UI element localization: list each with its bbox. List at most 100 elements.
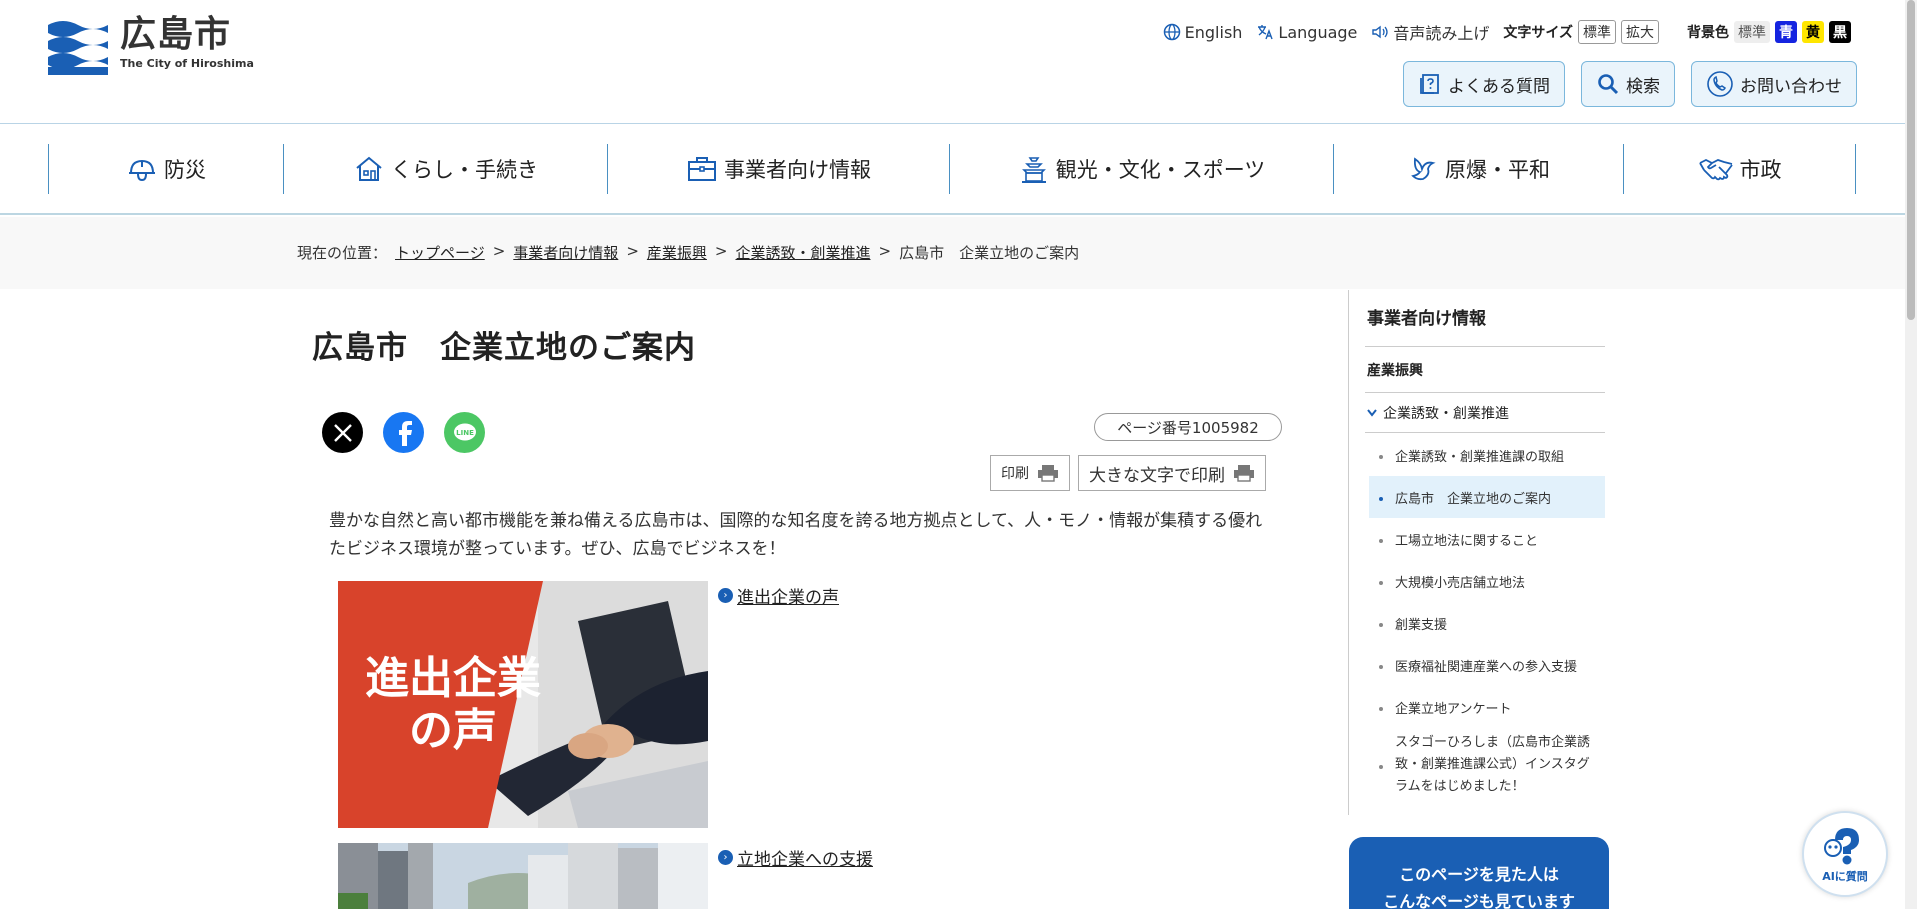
nav-label: 防災: [164, 158, 206, 182]
breadcrumb-link[interactable]: 産業振興: [647, 242, 707, 263]
nav-item-peace[interactable]: 原爆・平和: [1333, 144, 1623, 194]
phone-icon: [1707, 71, 1733, 97]
divider: [1365, 346, 1605, 347]
contact-button[interactable]: お問い合わせ: [1691, 61, 1857, 107]
bg-black-button[interactable]: 黒: [1829, 21, 1851, 43]
print-buttons: 印刷 大きな文字で印刷: [990, 455, 1266, 491]
breadcrumb-separator: >: [714, 242, 728, 260]
nav-item-tourism[interactable]: 観光・文化・スポーツ: [949, 144, 1333, 194]
castle-icon: [1021, 157, 1046, 183]
sidebar-item[interactable]: 工場立地法に関すること: [1369, 518, 1605, 560]
font-size-label: 文字サイズ: [1503, 25, 1573, 41]
faq-button[interactable]: よくある質問: [1403, 61, 1565, 107]
language-link[interactable]: Language: [1256, 23, 1357, 42]
chevron-down-icon: [1367, 409, 1377, 417]
divider: [1365, 392, 1605, 393]
breadcrumb-prefix: 現在の位置：: [297, 244, 388, 262]
house-icon: [356, 156, 382, 181]
line-icon: LINE: [453, 423, 476, 440]
breadcrumb-separator: >: [492, 242, 506, 260]
site-logo[interactable]: 広島市 The City of Hiroshima: [48, 15, 254, 75]
card-image-support[interactable]: [338, 843, 708, 909]
card-link-support[interactable]: › 立地企業への支援: [718, 845, 873, 870]
print-label: 印刷: [1001, 466, 1029, 482]
search-icon: [1598, 74, 1619, 95]
sidebar-item[interactable]: 大規模小売店舗立地法: [1369, 560, 1605, 602]
card-link-text[interactable]: 立地企業への支援: [737, 845, 873, 870]
recommend-line2: こんなページも見ています: [1383, 892, 1575, 909]
translate-icon: [1258, 25, 1274, 40]
recommend-line1: このページを見た人は: [1399, 865, 1559, 884]
card-link-text[interactable]: 進出企業の声: [737, 583, 839, 608]
x-icon: [333, 423, 352, 442]
ai-question-button[interactable]: AIに質問: [1802, 811, 1888, 897]
robot-question-icon: [1824, 828, 1859, 865]
breadcrumb-current: 広島市 企業立地のご案内: [899, 244, 1080, 262]
hiroshima-logo-icon: [48, 15, 108, 75]
sidebar-category[interactable]: 産業振興: [1367, 360, 1423, 380]
dove-icon: [1411, 157, 1436, 181]
nav-item-disaster[interactable]: 防災: [48, 144, 283, 194]
scroll-thumb[interactable]: [1907, 0, 1915, 320]
sidebar-subcategory-label: 企業誘致・創業推進: [1383, 406, 1509, 422]
printer-icon: [1038, 465, 1058, 482]
sidebar-heading[interactable]: 事業者向け情報: [1367, 304, 1486, 329]
scrollbar[interactable]: [1905, 0, 1917, 909]
sidebar-item-active[interactable]: 広島市 企業立地のご案内: [1369, 476, 1605, 518]
bg-yellow-button[interactable]: 黄: [1802, 21, 1824, 43]
chevron-right-icon: ›: [718, 850, 733, 865]
breadcrumb-link[interactable]: 企業誘致・創業推進: [735, 242, 870, 263]
nav-item-city-admin[interactable]: 市政: [1623, 144, 1856, 194]
site-header: 広島市 The City of Hiroshima English Langua…: [0, 0, 1917, 124]
breadcrumb-link[interactable]: 事業者向け情報: [513, 242, 618, 263]
ai-question-label: AIに質問: [1822, 870, 1868, 883]
sidebar-item[interactable]: 創業支援: [1369, 602, 1605, 644]
printer-icon: [1234, 465, 1254, 482]
nav-item-business[interactable]: 事業者向け情報: [607, 144, 949, 194]
bg-standard-button[interactable]: 標準: [1734, 21, 1770, 43]
search-label: 検索: [1626, 76, 1660, 97]
share-buttons: LINE: [322, 412, 485, 453]
card-image-caption: 進出企業 の声: [338, 653, 568, 757]
nav-label: くらし・手続き: [391, 158, 538, 182]
faq-label: よくある質問: [1448, 76, 1550, 97]
print-button[interactable]: 印刷: [990, 455, 1070, 491]
speaker-icon: [1372, 25, 1389, 39]
sidebar: 事業者向け情報 産業振興 企業誘致・創業推進 企業誘致・創業推進課の取組 広島市…: [1348, 290, 1610, 815]
facebook-share-button[interactable]: [383, 412, 424, 453]
language-label: Language: [1278, 22, 1358, 42]
tts-label: 音声読み上げ: [1393, 24, 1490, 43]
facebook-icon: [398, 420, 412, 446]
contact-label: お問い合わせ: [1740, 76, 1842, 97]
tts-link[interactable]: 音声読み上げ: [1371, 20, 1489, 44]
breadcrumb-link[interactable]: トップページ: [395, 242, 485, 263]
page-title: 広島市 企業立地のご案内: [312, 330, 696, 366]
english-label: English: [1184, 22, 1243, 42]
line-share-button[interactable]: LINE: [444, 412, 485, 453]
breadcrumb-separator: >: [878, 242, 892, 260]
sidebar-subcategory[interactable]: 企業誘致・創業推進: [1367, 403, 1509, 423]
sidebar-item[interactable]: 医療福祉関連産業への参入支援: [1369, 644, 1605, 686]
x-share-button[interactable]: [322, 412, 363, 453]
font-size-control: 文字サイズ 標準 拡大: [1503, 20, 1659, 44]
briefcase-icon: [688, 157, 716, 181]
svg-text:LINE: LINE: [456, 429, 474, 437]
globe-icon: [1163, 23, 1180, 41]
english-link[interactable]: English: [1163, 22, 1243, 42]
logo-subtitle: The City of Hiroshima: [120, 57, 254, 70]
chevron-right-icon: ›: [718, 588, 733, 603]
card-image-voices[interactable]: 進出企業 の声: [338, 581, 708, 828]
bg-blue-button[interactable]: 青: [1775, 21, 1797, 43]
sidebar-item[interactable]: 企業立地アンケート: [1369, 686, 1605, 728]
logo-title: 広島市: [120, 14, 232, 55]
sidebar-item[interactable]: スタゴーひろしま（広島市企業誘致・創業推進課公式）インスタグラムをはじめました！: [1369, 728, 1605, 802]
sidebar-item[interactable]: 企業誘致・創業推進課の取組: [1369, 434, 1605, 476]
card-link-voices[interactable]: › 進出企業の声: [718, 583, 839, 608]
font-size-standard-button[interactable]: 標準: [1578, 20, 1616, 44]
print-large-button[interactable]: 大きな文字で印刷: [1078, 455, 1266, 491]
font-size-large-button[interactable]: 拡大: [1621, 20, 1659, 44]
search-button[interactable]: 検索: [1581, 61, 1675, 107]
print-large-label: 大きな文字で印刷: [1089, 465, 1225, 486]
nav-item-living[interactable]: くらし・手続き: [283, 144, 607, 194]
question-book-icon: [1420, 74, 1439, 94]
